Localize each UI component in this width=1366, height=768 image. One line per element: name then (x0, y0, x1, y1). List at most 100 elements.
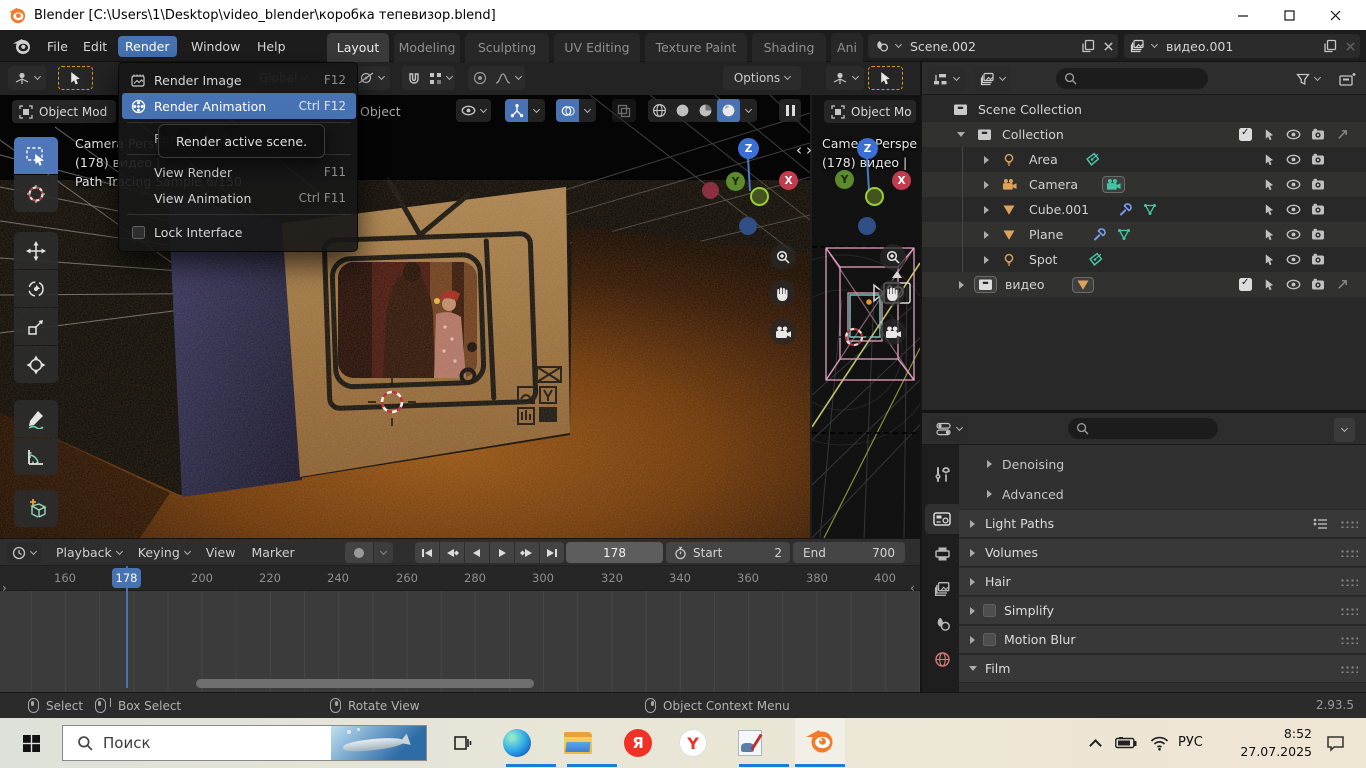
panel-grip-icon[interactable] (1339, 664, 1358, 673)
rotate-tool-icon[interactable] (14, 270, 58, 307)
disclosure-icon[interactable] (984, 206, 989, 214)
axis-y-neg-icon[interactable] (865, 187, 884, 206)
render-camera-icon[interactable] (1311, 228, 1325, 241)
auto-keying-record-icon[interactable] (345, 542, 373, 563)
scene-tab-icon[interactable] (925, 609, 959, 639)
annotate-tool-icon[interactable] (14, 400, 58, 437)
panel-simplify[interactable]: Simplify (959, 596, 1366, 625)
selectable-pointer-icon[interactable] (1263, 153, 1276, 167)
axis-z-icon[interactable]: Z (857, 138, 878, 159)
visibility-dropdown[interactable] (456, 99, 491, 122)
output-tab-icon[interactable] (925, 539, 959, 569)
editor-type-3dview-icon[interactable] (8, 66, 46, 90)
eye-icon[interactable] (1286, 228, 1301, 241)
tab-uv-editing[interactable]: UV Editing (554, 33, 640, 62)
menu-help[interactable]: Help (250, 36, 293, 57)
mode-dropdown[interactable]: Object Mod (12, 100, 116, 123)
collection-checkbox[interactable] (1239, 278, 1252, 291)
timeline-menu-playback[interactable]: Playback (56, 545, 122, 560)
overlays-toggle[interactable] (556, 99, 596, 122)
vp-menu-object[interactable]: Object (360, 104, 401, 119)
select-box-tool-icon[interactable] (14, 137, 58, 174)
lock-interface-checkbox[interactable] (132, 226, 145, 239)
measure-tool-icon[interactable] (14, 438, 58, 475)
outliner-row-video[interactable]: видео (922, 272, 1366, 297)
timeline-menu-view[interactable]: View (206, 545, 236, 560)
splitter-collapse-icon[interactable]: ‹ (796, 141, 802, 159)
disclosure-open-icon[interactable] (957, 132, 965, 137)
close-icon[interactable] (1312, 0, 1358, 30)
selectable-pointer-icon[interactable] (1263, 128, 1276, 142)
camera-view-icon[interactable] (770, 319, 796, 345)
transform-tool-icon[interactable] (14, 346, 58, 383)
selectable-pointer-icon[interactable] (1263, 278, 1276, 292)
solid-shading-icon[interactable] (671, 99, 694, 122)
panel-hair[interactable]: Hair (959, 567, 1366, 596)
disclosure-icon[interactable] (959, 281, 964, 289)
timeline-menu-keying[interactable]: Keying (138, 545, 190, 560)
new-view-layer-icon[interactable] (1323, 39, 1337, 53)
axis-z-icon[interactable]: Z (738, 138, 759, 159)
render-camera-icon[interactable] (1311, 153, 1325, 166)
outliner-row-scene-collection[interactable]: Scene Collection (922, 97, 1366, 122)
camera-view-icon[interactable] (880, 319, 906, 345)
axis-y-icon[interactable]: Y (835, 170, 854, 189)
preset-list-icon[interactable] (1313, 518, 1329, 530)
panel-grip-icon[interactable] (1339, 635, 1358, 644)
nav-gizmo[interactable]: Z Y X (698, 125, 808, 345)
start-icon[interactable] (14, 726, 48, 760)
prev-keyframe-icon[interactable] (440, 542, 464, 563)
scene-selector[interactable]: Scene.002 (868, 34, 1118, 58)
language-indicator[interactable]: РУС (1178, 735, 1203, 750)
battery-icon[interactable] (1112, 726, 1140, 760)
render-camera-icon[interactable] (1311, 253, 1325, 266)
notification-icon[interactable] (1318, 726, 1352, 760)
simplify-checkbox[interactable] (983, 604, 996, 617)
eye-icon[interactable] (1286, 253, 1301, 266)
playhead-badge[interactable]: 178 (112, 568, 141, 588)
outliner-search-input[interactable] (1056, 68, 1208, 89)
outliner-row-cube001[interactable]: Cube.001 (922, 197, 1366, 222)
pause-button[interactable] (779, 99, 801, 122)
panel-light-paths[interactable]: Light Paths (959, 509, 1366, 538)
panel-film[interactable]: Film (959, 654, 1366, 683)
world-tab-icon[interactable] (925, 644, 959, 674)
axis-x-icon[interactable]: X (892, 171, 911, 190)
tab-layout[interactable]: Layout (327, 33, 389, 62)
menu-item-view-render[interactable]: View Render F11 (122, 159, 356, 185)
view-layer-selector[interactable]: видео.001 (1124, 34, 1360, 58)
axis-y-icon[interactable]: Y (726, 172, 745, 191)
yandex-browser-icon[interactable]: Я (621, 726, 655, 760)
move-tool-icon[interactable] (14, 232, 58, 269)
view-layer-name[interactable]: видео.001 (1166, 39, 1233, 54)
snap-target-dropdown[interactable] (425, 67, 455, 90)
panel-denoising[interactable]: Denoising (959, 449, 1366, 479)
tab-sculpting[interactable]: Sculpting (465, 33, 549, 62)
options-dropdown[interactable]: Options (723, 66, 801, 90)
eye-icon[interactable] (1286, 278, 1301, 291)
taskbar-search-input[interactable]: Поиск (62, 725, 427, 761)
scale-tool-icon[interactable] (14, 308, 58, 345)
holdout-arrow-icon[interactable] (1336, 128, 1349, 141)
pan-hand-icon[interactable] (769, 280, 795, 306)
axis-z-neg-icon[interactable] (858, 217, 876, 235)
search-daily-image[interactable] (331, 726, 426, 760)
file-explorer-icon[interactable] (561, 726, 595, 760)
properties-editor-type-icon[interactable] (930, 417, 968, 441)
menu-window[interactable]: Window (184, 36, 247, 57)
disclosure-icon[interactable] (984, 156, 989, 164)
paint-icon[interactable] (733, 726, 767, 760)
view-layer-tab-icon[interactable] (925, 574, 959, 604)
tab-modeling[interactable]: Modeling (394, 33, 460, 62)
outliner-row-plane[interactable]: Plane (922, 222, 1366, 247)
eye-icon[interactable] (1286, 203, 1301, 216)
selectable-pointer-icon[interactable] (1263, 253, 1276, 267)
play-icon[interactable] (490, 542, 514, 563)
edge-icon[interactable] (500, 726, 534, 760)
splitter-expand-icon[interactable]: › (806, 141, 812, 159)
active-tool-select-icon[interactable] (58, 66, 93, 90)
timeline-editor-type-icon[interactable] (6, 542, 42, 563)
render-camera-icon[interactable] (1311, 128, 1325, 141)
tool-tab-icon[interactable] (925, 459, 959, 489)
render-camera-icon[interactable] (1311, 203, 1325, 216)
